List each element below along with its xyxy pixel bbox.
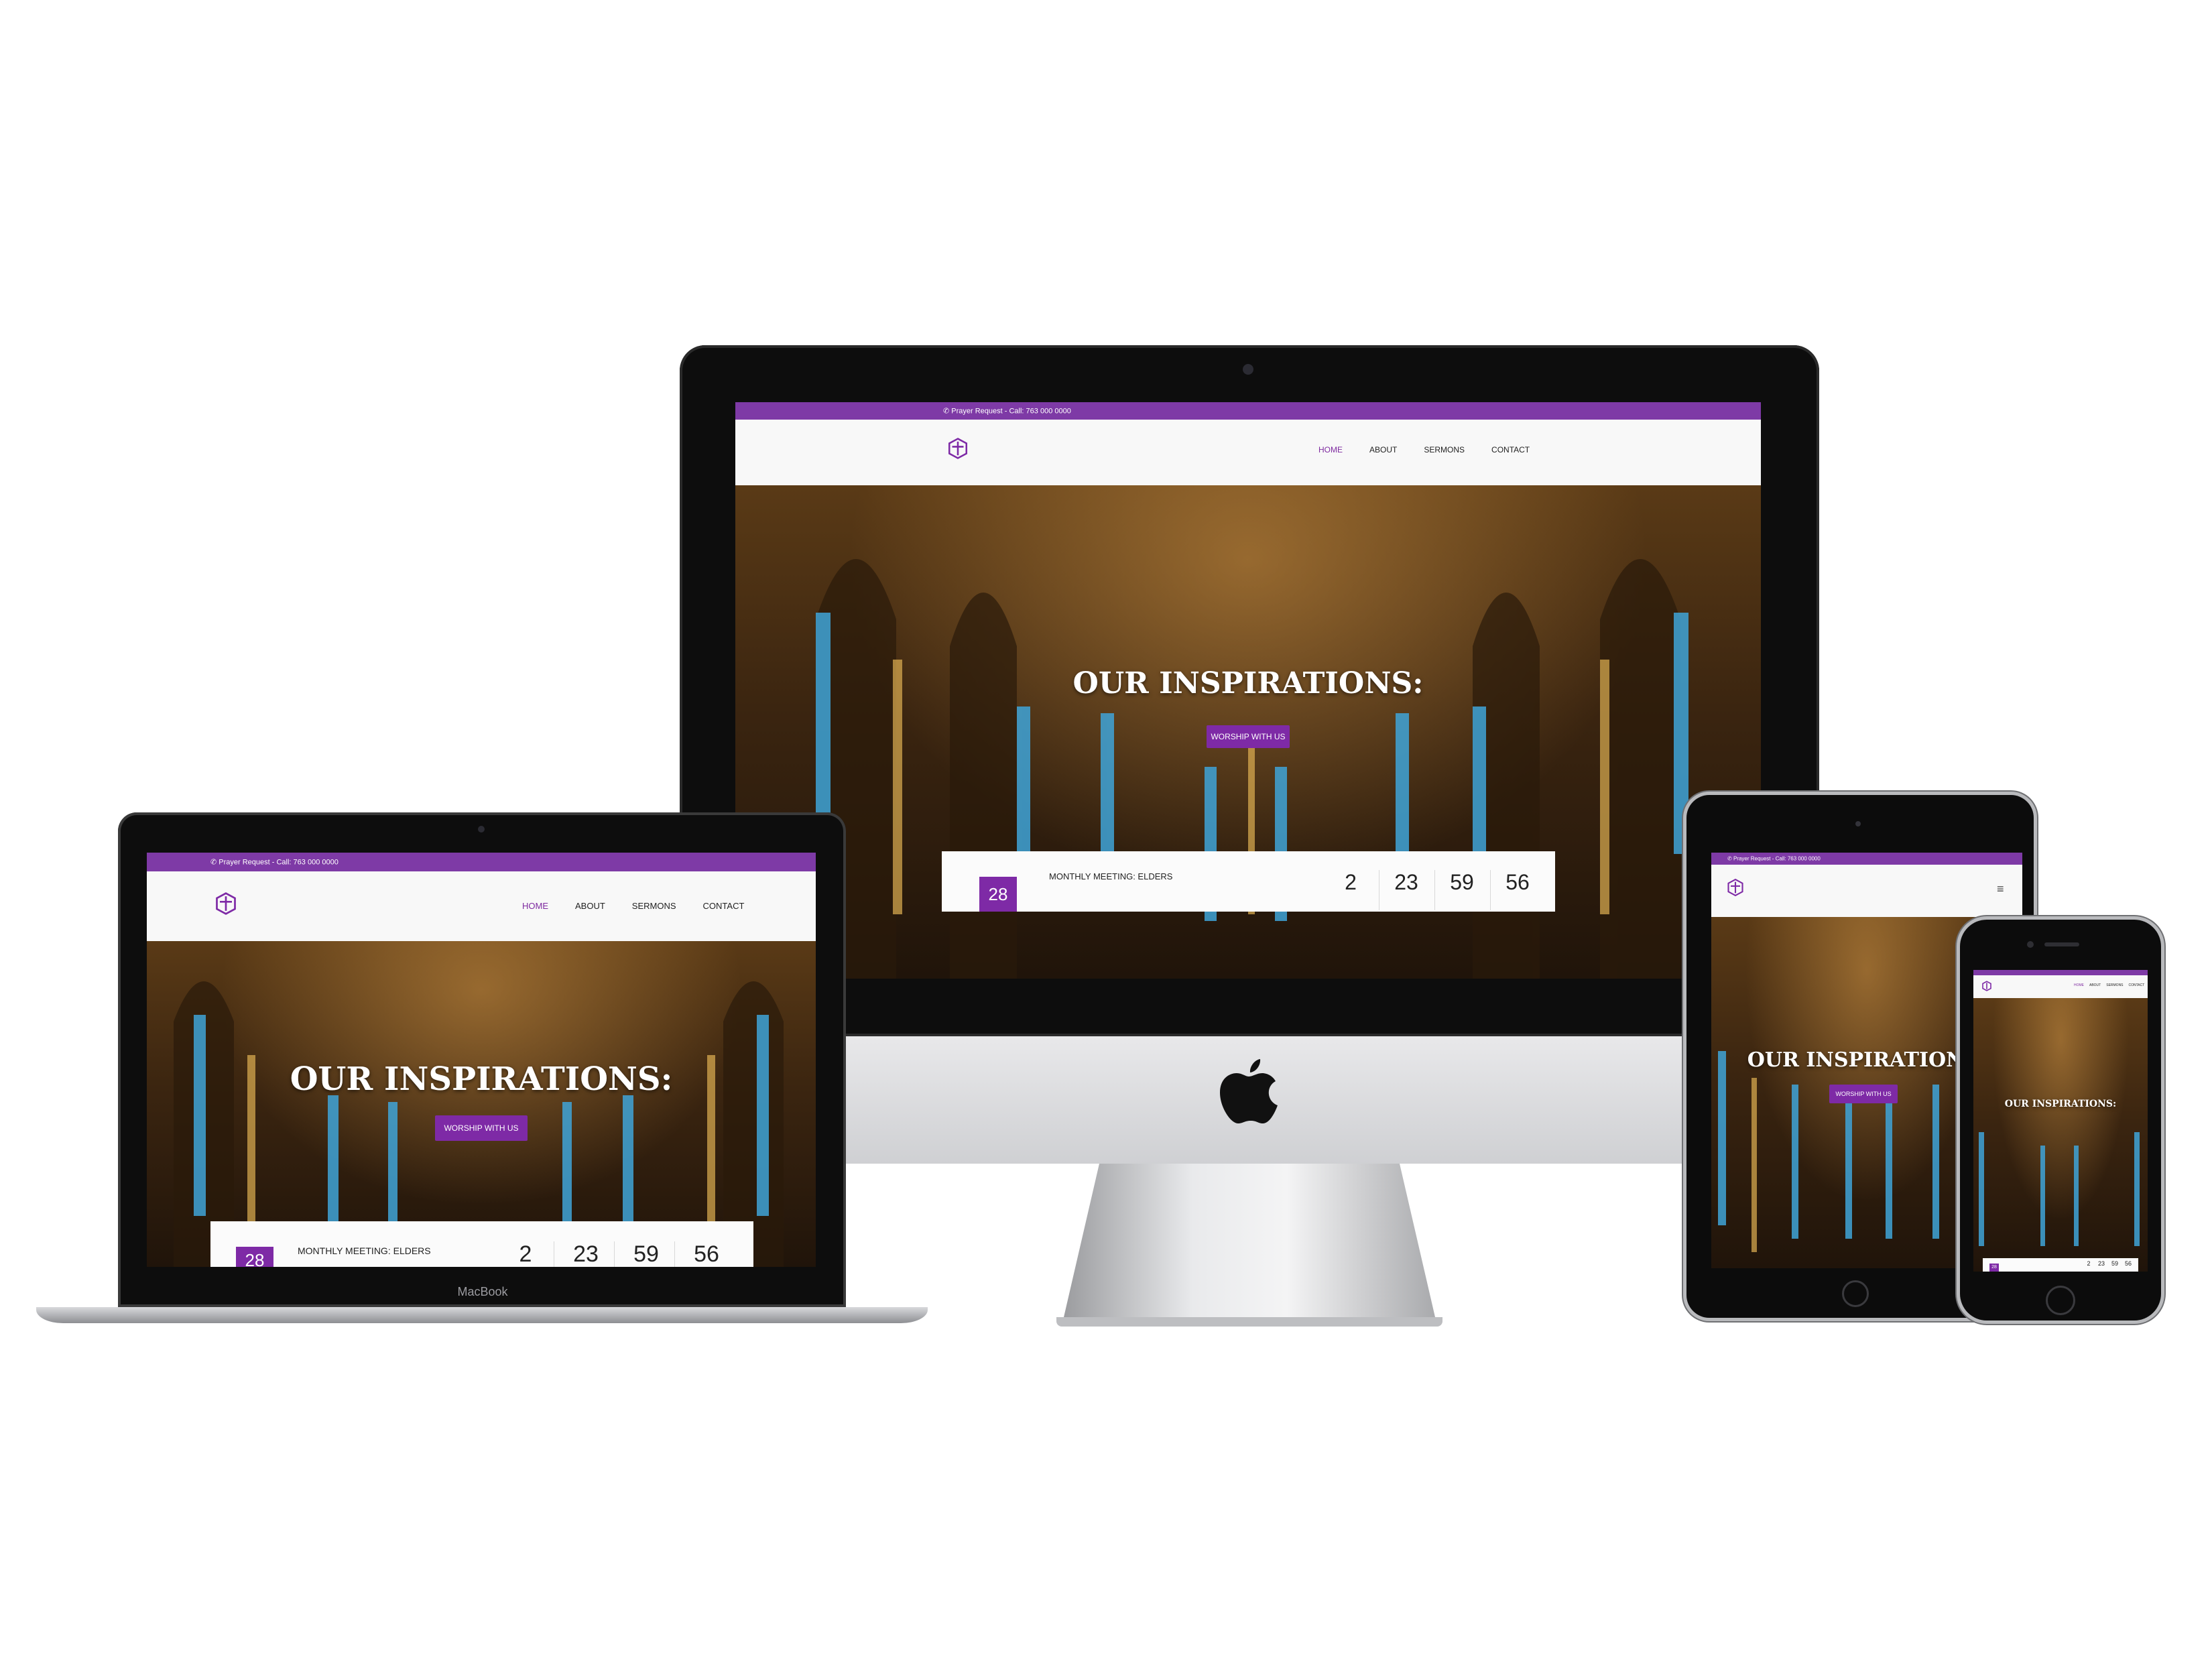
worship-with-us-button[interactable]: WORSHIP WITH US xyxy=(435,1115,528,1141)
countdown-divider xyxy=(1490,870,1491,910)
event-title: MONTHLY MEETING: ELDERS xyxy=(298,1245,431,1256)
event-date: 28 xyxy=(979,877,1017,912)
countdown-minutes: 59 xyxy=(1450,870,1474,894)
macbook-label: MacBook xyxy=(457,1285,508,1298)
main-nav: HOME ABOUT SERMONS CONTACT xyxy=(522,901,744,911)
cathedral-image xyxy=(1979,1132,2140,1246)
macbook-base xyxy=(36,1307,928,1323)
lighthouse-logo-icon[interactable] xyxy=(946,437,969,460)
macbook-screen: ✆ Prayer Request - Call: 763 000 0000 HO… xyxy=(147,853,816,1267)
navbar: ≡ xyxy=(1711,865,2022,917)
countdown-divider xyxy=(674,1241,675,1267)
macbook-camera xyxy=(478,826,485,833)
tablet-camera xyxy=(1855,821,1861,826)
prayer-request-text[interactable]: ✆ Prayer Request - Call: 763 000 0000 xyxy=(210,858,339,867)
navbar: HOME ABOUT SERMONS CONTACT xyxy=(147,871,816,941)
hero: OUR INSPIRATIONS: 28 2 23 59 56 xyxy=(1973,998,2148,1272)
countdown-hours: 23 xyxy=(573,1241,599,1267)
phone-home-button[interactable] xyxy=(2046,1286,2075,1315)
tablet-home-button[interactable] xyxy=(1842,1280,1869,1307)
event-title: MONTHLY MEETING: ELDERS xyxy=(1049,871,1173,881)
imac-screen: ✆ Prayer Request - Call: 763 000 0000 HO… xyxy=(735,402,1761,979)
topbar: ✆ Prayer Request - Call: 763 000 0000 xyxy=(147,853,816,871)
hero: OUR INSPIRATIONS: WORSHIP WITH US 28 MON… xyxy=(735,485,1761,979)
phone-icon: ✆ xyxy=(210,858,219,867)
event-date: 28 xyxy=(1989,1264,1999,1272)
navbar: HOME ABOUT SERMONS CONTACT xyxy=(735,420,1761,485)
countdown-days: 2 xyxy=(519,1241,532,1267)
main-nav: HOME ABOUT SERMONS CONTACT xyxy=(1318,445,1530,454)
topbar: ✆ Prayer Request - Call: 763 000 0000 xyxy=(735,402,1761,420)
prayer-request-text[interactable]: ✆ Prayer Request - Call: 763 000 0000 xyxy=(1727,856,1821,862)
countdown-days: 2 xyxy=(2087,1260,2091,1267)
event-card[interactable]: 28 MONTHLY MEETING: ELDERS 2 23 59 56 xyxy=(942,851,1555,912)
topbar xyxy=(1973,970,2148,975)
imac-camera xyxy=(1243,364,1253,375)
nav-contact[interactable]: CONTACT xyxy=(1491,445,1530,454)
prayer-request-text[interactable]: ✆ Prayer Request - Call: 763 000 0000 xyxy=(943,407,1071,416)
worship-with-us-button[interactable]: WORSHIP WITH US xyxy=(1829,1085,1898,1103)
event-card[interactable]: 28 MONTHLY MEETING: ELDERS 2 23 59 56 xyxy=(210,1221,753,1267)
countdown-seconds: 56 xyxy=(694,1241,719,1267)
countdown-hours: 23 xyxy=(2097,1260,2105,1267)
lighthouse-logo-icon[interactable] xyxy=(1726,878,1745,897)
hero-title: OUR INSPIRATIONS: xyxy=(1072,666,1424,700)
countdown-seconds: 56 xyxy=(1506,870,1530,894)
imac-stand xyxy=(1062,1164,1437,1326)
apple-logo-icon xyxy=(1220,1059,1278,1123)
menu-icon[interactable]: ≡ xyxy=(1997,882,2004,896)
countdown-divider xyxy=(614,1241,615,1267)
worship-with-us-button[interactable]: WORSHIP WITH US xyxy=(1207,725,1290,748)
phone-camera xyxy=(2027,941,2034,948)
countdown-minutes: 59 xyxy=(633,1241,659,1267)
imac-foot xyxy=(1056,1317,1442,1327)
hero-title: OUR INSPIRATIONS: xyxy=(2004,1099,2117,1109)
countdown-seconds: 56 xyxy=(2124,1260,2132,1267)
phone-icon: ✆ xyxy=(943,407,952,416)
phone-speaker xyxy=(2044,942,2079,946)
hero-title: OUR INSPIRATIONS: xyxy=(290,1060,673,1098)
countdown-hours: 23 xyxy=(1394,870,1418,894)
nav-sermons[interactable]: SERMONS xyxy=(2106,983,2123,987)
lighthouse-logo-icon[interactable] xyxy=(1981,981,1992,991)
nav-home[interactable]: HOME xyxy=(2074,983,2084,987)
topbar: ✆ Prayer Request - Call: 763 000 0000 xyxy=(1711,853,2022,865)
nav-home[interactable]: HOME xyxy=(522,901,548,911)
nav-sermons[interactable]: SERMONS xyxy=(1424,445,1465,454)
countdown-divider xyxy=(1434,870,1435,910)
event-card[interactable]: 28 2 23 59 56 xyxy=(1983,1258,2138,1272)
countdown-minutes: 59 xyxy=(2111,1260,2118,1267)
phone-icon: ✆ xyxy=(1727,855,1733,862)
countdown-days: 2 xyxy=(1345,870,1357,894)
phone-screen: HOME ABOUT SERMONS CONTACT OUR INSPIRATI… xyxy=(1973,970,2148,1272)
main-nav: HOME ABOUT SERMONS CONTACT xyxy=(2074,983,2144,987)
nav-contact[interactable]: CONTACT xyxy=(703,901,745,911)
navbar: HOME ABOUT SERMONS CONTACT xyxy=(1973,975,2148,998)
nav-sermons[interactable]: SERMONS xyxy=(632,901,676,911)
hero: OUR INSPIRATIONS: WORSHIP WITH US 28 MON… xyxy=(147,941,816,1267)
nav-about[interactable]: ABOUT xyxy=(2089,983,2101,987)
nav-about[interactable]: ABOUT xyxy=(575,901,605,911)
nav-home[interactable]: HOME xyxy=(1318,445,1343,454)
nav-about[interactable]: ABOUT xyxy=(1369,445,1397,454)
cathedral-image xyxy=(174,981,784,1267)
lighthouse-logo-icon[interactable] xyxy=(214,892,238,916)
nav-contact[interactable]: CONTACT xyxy=(2129,983,2145,987)
event-date: 28 xyxy=(236,1247,273,1267)
